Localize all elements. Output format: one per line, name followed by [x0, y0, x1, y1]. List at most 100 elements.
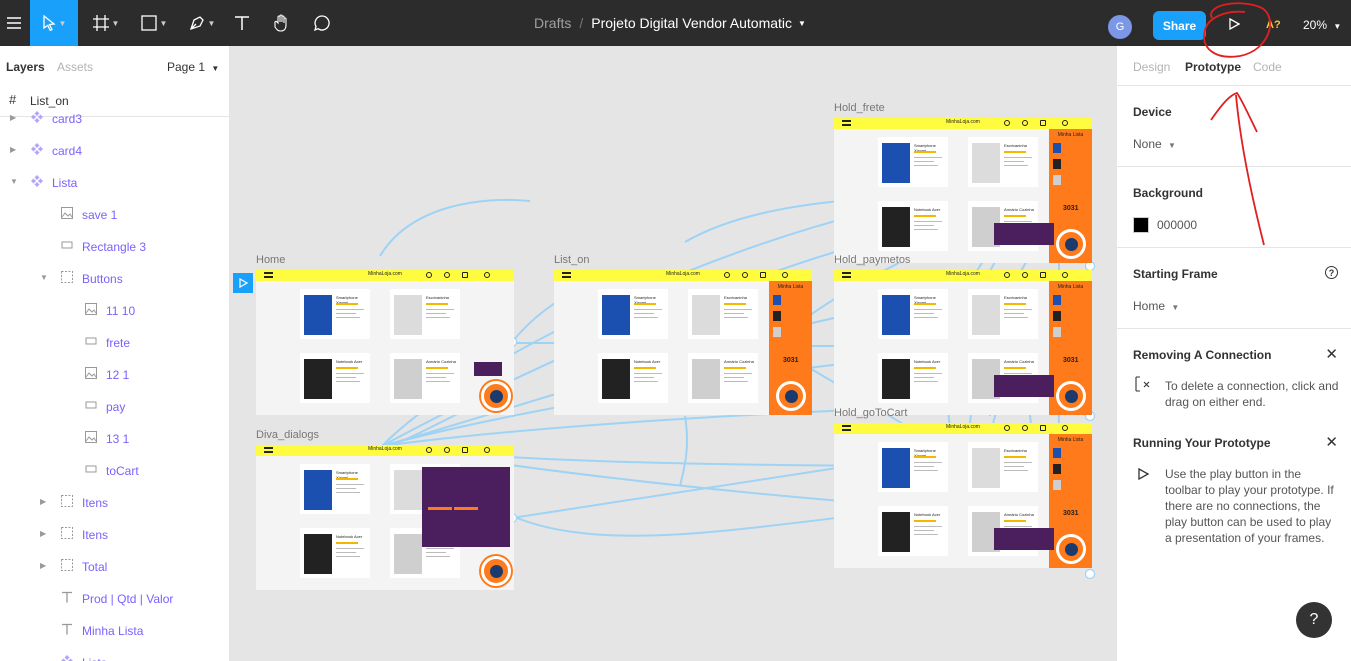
- layer-item[interactable]: ▶ card3: [0, 102, 229, 134]
- layer-item[interactable]: 11 10: [0, 294, 229, 326]
- page-selector[interactable]: Page 1 ▼: [167, 60, 219, 74]
- tab-design[interactable]: Design: [1133, 60, 1170, 74]
- layer-item[interactable]: 12 1: [0, 358, 229, 390]
- share-button[interactable]: Share: [1153, 11, 1206, 40]
- frame-tool-button[interactable]: ▼: [86, 0, 126, 46]
- main-menu-button[interactable]: [0, 0, 28, 46]
- product-text-line: [914, 221, 942, 222]
- close-icon[interactable]: ✕: [1325, 433, 1338, 451]
- connection-line[interactable]: [679, 415, 689, 487]
- shape-tool-button[interactable]: ▼: [134, 0, 174, 46]
- layer-item[interactable]: 13 1: [0, 422, 229, 454]
- comment-tool-button[interactable]: [308, 0, 336, 46]
- product-text-line: [336, 317, 360, 318]
- product-text-line: [634, 309, 662, 310]
- disconnect-icon: [1135, 376, 1150, 392]
- chevron-right-icon[interactable]: ▶: [40, 561, 46, 570]
- prototype-frame[interactable]: MinhaLoja.comSmartphone XiaomiEscrivanin…: [256, 445, 514, 590]
- tab-prototype[interactable]: Prototype: [1185, 60, 1241, 74]
- layer-item[interactable]: toCart: [0, 454, 229, 486]
- cart-fab: [1056, 381, 1086, 411]
- help-button[interactable]: ?: [1296, 602, 1332, 638]
- chevron-right-icon[interactable]: ▶: [40, 529, 46, 538]
- connection-line[interactable]: [379, 198, 531, 257]
- prototype-frame[interactable]: MinhaLoja.comSmartphone XiaomiEscrivanin…: [256, 270, 514, 415]
- cursor-icon: [42, 15, 56, 31]
- move-tool-button[interactable]: ▼: [30, 0, 78, 46]
- frame-label[interactable]: Hold_frete: [834, 102, 885, 114]
- starting-frame-flag[interactable]: [233, 273, 253, 293]
- layer-item[interactable]: Lista: [0, 646, 229, 661]
- tab-assets[interactable]: Assets: [57, 60, 93, 74]
- layer-item[interactable]: Prod | Qtd | Valor: [0, 582, 229, 614]
- product-text-line: [1004, 373, 1032, 374]
- layer-label: Buttons: [82, 272, 123, 286]
- prototype-frame[interactable]: MinhaLoja.comSmartphone XiaomiEscrivanin…: [554, 270, 812, 415]
- chevron-down-icon[interactable]: ▼: [10, 177, 18, 186]
- frame-label[interactable]: List_on: [554, 254, 589, 266]
- frame-label[interactable]: Home: [256, 254, 285, 266]
- hand-tool-button[interactable]: [268, 0, 296, 46]
- layer-item[interactable]: ▶ card4: [0, 134, 229, 166]
- frame-label[interactable]: Hold_paymetos: [834, 254, 910, 266]
- avatar[interactable]: G: [1108, 15, 1132, 39]
- canvas[interactable]: Home MinhaLoja.com Smartphone Xiaomi Escriv…: [230, 46, 1116, 661]
- product-card: Smartphone Xiaomi: [300, 464, 370, 514]
- layer-item[interactable]: ▶ Itens: [0, 518, 229, 550]
- product-text-line: [724, 313, 744, 314]
- layer-item[interactable]: ▼ Buttons: [0, 262, 229, 294]
- layer-item[interactable]: frete: [0, 326, 229, 358]
- chevron-right-icon[interactable]: ▶: [10, 145, 16, 154]
- chevron-down-icon[interactable]: ▼: [798, 19, 806, 28]
- prototype-frame[interactable]: MinhaLoja.comSmartphone XiaomiEscrivanin…: [834, 118, 1092, 263]
- prototype-frame[interactable]: MinhaLoja.comSmartphone XiaomiEscrivanin…: [834, 423, 1092, 568]
- layer-item[interactable]: Minha Lista: [0, 614, 229, 646]
- layer-item[interactable]: save 1: [0, 198, 229, 230]
- layer-item[interactable]: ▶ Itens: [0, 486, 229, 518]
- layer-item[interactable]: ▶ Total: [0, 550, 229, 582]
- connection-node[interactable]: [1084, 568, 1096, 580]
- file-name[interactable]: Projeto Digital Vendor Automatic: [591, 15, 792, 31]
- product-card: Escrivaninha: [968, 289, 1038, 339]
- search-icon: [426, 447, 432, 453]
- device-dropdown[interactable]: None ▼: [1133, 137, 1176, 151]
- frame-label[interactable]: Diva_dialogs: [256, 429, 319, 441]
- chevron-right-icon[interactable]: ▶: [40, 497, 46, 506]
- rating-stars: [336, 542, 358, 544]
- product-text-line: [914, 229, 938, 230]
- connection-line[interactable]: [511, 465, 851, 519]
- present-button[interactable]: [1222, 12, 1246, 36]
- page-name: Page 1: [167, 60, 206, 74]
- prototype-frame[interactable]: MinhaLoja.comSmartphone XiaomiEscrivanin…: [834, 270, 1092, 415]
- search-icon: [1004, 120, 1010, 126]
- frame-label[interactable]: Hold_goToCart: [834, 407, 907, 419]
- search-icon: [724, 272, 730, 278]
- close-icon[interactable]: ✕: [1325, 345, 1338, 363]
- text-tool-button[interactable]: [228, 0, 256, 46]
- chevron-down-icon[interactable]: ▼: [40, 273, 48, 282]
- background-value[interactable]: 000000: [1157, 218, 1197, 232]
- tab-layers[interactable]: Layers: [6, 60, 45, 74]
- pen-tool-button[interactable]: ▼: [182, 0, 222, 46]
- background-color-swatch[interactable]: [1133, 217, 1149, 233]
- chevron-right-icon[interactable]: ▶: [10, 113, 16, 122]
- heart-icon: [444, 272, 450, 278]
- breadcrumb-drafts[interactable]: Drafts: [534, 15, 571, 31]
- layer-item[interactable]: Rectangle 3: [0, 230, 229, 262]
- layer-item[interactable]: ▼ Lista: [0, 166, 229, 198]
- text-icon: [235, 16, 249, 30]
- layer-item[interactable]: pay: [0, 390, 229, 422]
- product-text-line: [914, 161, 934, 162]
- product-name: Escrivaninha: [724, 295, 747, 300]
- tab-code[interactable]: Code: [1253, 60, 1282, 74]
- zoom-dropdown[interactable]: 20% ▼: [1303, 18, 1341, 32]
- help-icon[interactable]: ?: [1325, 266, 1338, 279]
- product-name: Notebook Acer: [914, 359, 941, 364]
- starting-frame-dropdown[interactable]: Home ▼: [1133, 299, 1179, 313]
- rating-stars: [914, 367, 936, 369]
- connection-line[interactable]: [684, 200, 841, 243]
- product-name: Notebook Acer: [634, 359, 661, 364]
- image-icon: [85, 367, 97, 379]
- document-title[interactable]: Drafts / Projeto Digital Vendor Automati…: [460, 0, 880, 46]
- help-badge[interactable]: A?: [1266, 19, 1281, 31]
